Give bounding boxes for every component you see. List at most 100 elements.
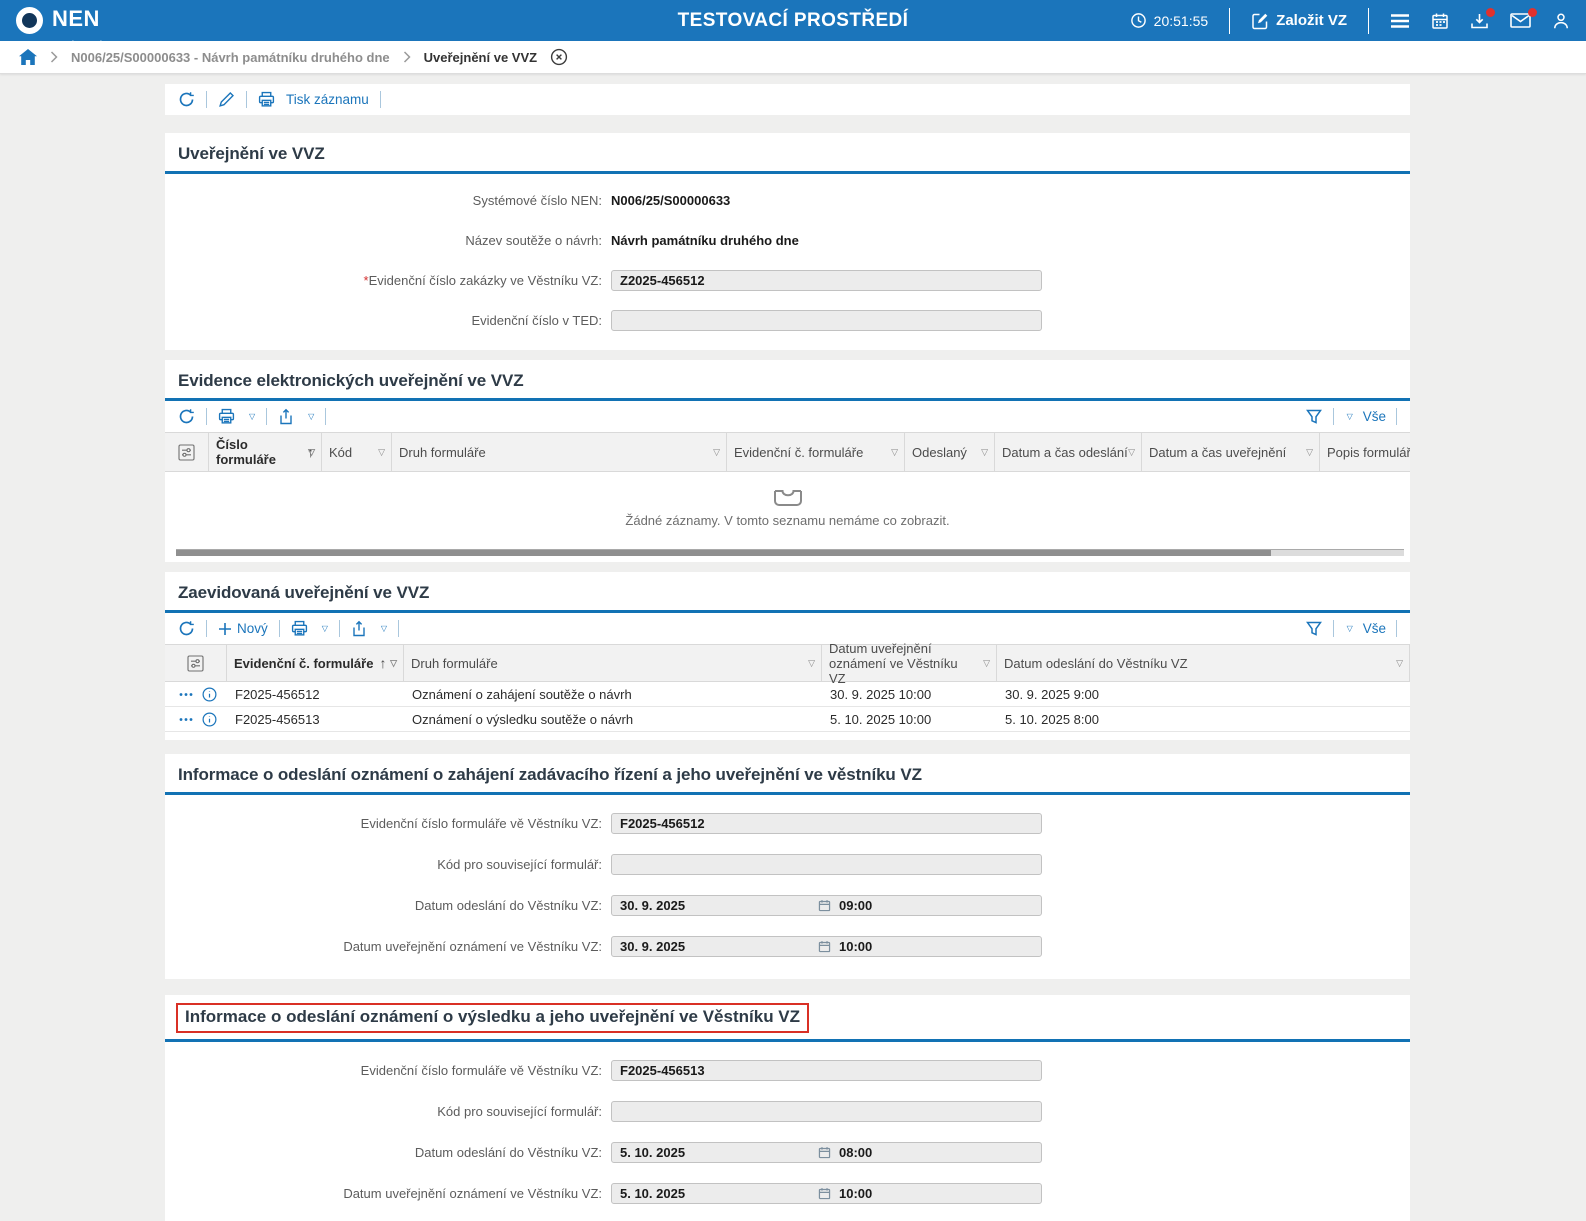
export-dropdown-icon[interactable]: ▽	[381, 624, 387, 633]
field-form-number: Evidenční číslo formuláře vě Věstníku VZ…	[165, 1050, 1410, 1091]
filter-funnel-icon[interactable]	[1305, 620, 1323, 638]
refresh-icon[interactable]	[178, 408, 195, 425]
calendar-icon[interactable]	[1431, 12, 1449, 30]
menu-hamburger-icon[interactable]	[1390, 13, 1410, 29]
column-header[interactable]: Datum a čas uveřejnění▽	[1142, 432, 1320, 472]
system-number-value: N006/25/S00000633	[611, 193, 730, 208]
scrollbar-thumb[interactable]	[176, 550, 1271, 556]
calendar-icon[interactable]	[818, 1187, 831, 1200]
column-settings-button[interactable]	[165, 432, 209, 472]
print-icon[interactable]	[258, 91, 275, 108]
column-filter-icon[interactable]: ▽	[983, 656, 990, 671]
evidence-table-header: Číslo formuláře↑▽ Kód▽ Druh formuláře▽ E…	[165, 432, 1410, 472]
column-filter-icon[interactable]: ▽	[981, 445, 988, 460]
row-info-icon[interactable]	[202, 712, 217, 727]
registered-table-header: Evidenční č. formuláře↑▽ Druh formuláře▽…	[165, 644, 1410, 682]
column-header[interactable]: Odeslaný▽	[905, 432, 995, 472]
table-row[interactable]: F2025-456513 Oznámení o výsledku soutěže…	[165, 707, 1410, 732]
export-icon[interactable]	[278, 408, 294, 425]
calendar-icon[interactable]	[818, 1146, 831, 1159]
column-header[interactable]: Druh formuláře▽	[392, 432, 727, 472]
add-new-button[interactable]: Nový	[218, 621, 268, 636]
cell-form-type: Oznámení o zahájení soutěže o návrh	[404, 687, 822, 702]
related-code-input[interactable]	[611, 1101, 1042, 1122]
filter-all-dropdown-icon[interactable]: ▽	[1347, 412, 1353, 421]
column-header[interactable]: Datum uveřejnění oznámení ve Věstníku VZ…	[822, 644, 997, 682]
messages-button[interactable]	[1510, 12, 1531, 29]
sent-date-input[interactable]: 5. 10. 2025 08:00	[611, 1142, 1042, 1163]
column-filter-icon[interactable]: ▽	[390, 656, 397, 671]
home-icon[interactable]	[19, 49, 37, 65]
section-publication: Uveřejnění ve VVZ Systémové číslo NEN: N…	[165, 133, 1410, 350]
add-new-label[interactable]: Nový	[237, 621, 268, 636]
field-published-date: Datum uveřejnění oznámení ve Věstníku VZ…	[165, 926, 1410, 967]
form-number-input[interactable]: F2025-456512	[611, 813, 1042, 834]
breadcrumb-item-record[interactable]: N006/25/S00000633 - Návrh památníku druh…	[71, 50, 390, 65]
column-filter-icon[interactable]: ▽	[1128, 445, 1135, 460]
row-info-icon[interactable]	[202, 687, 217, 702]
export-icon[interactable]	[351, 620, 367, 637]
published-date-input[interactable]: 30. 9. 2025 10:00	[611, 936, 1042, 957]
column-header[interactable]: Evidenční č. formuláře▽	[727, 432, 905, 472]
column-header[interactable]: Evidenční č. formuláře↑▽	[227, 644, 404, 682]
filter-all-dropdown-icon[interactable]: ▽	[1347, 624, 1353, 633]
nen-logo[interactable]: NEN Zadavatel	[16, 7, 100, 34]
calendar-icon[interactable]	[818, 940, 831, 953]
vvz-number-input[interactable]: Z2025-456512	[611, 270, 1042, 291]
print-icon[interactable]	[291, 620, 308, 637]
sort-asc-icon[interactable]: ↑	[379, 656, 386, 671]
related-code-input[interactable]	[611, 854, 1042, 875]
field-system-number: Systémové číslo NEN: N006/25/S00000633	[165, 180, 1410, 220]
export-dropdown-icon[interactable]: ▽	[308, 412, 314, 421]
print-icon[interactable]	[218, 408, 235, 425]
edit-pencil-icon[interactable]	[218, 91, 235, 108]
print-record-label[interactable]: Tisk záznamu	[286, 92, 369, 107]
section-result-info: Informace o odeslání oznámení o výsledku…	[165, 995, 1410, 1221]
column-filter-icon[interactable]: ▽	[713, 445, 720, 460]
horizontal-scrollbar[interactable]	[176, 549, 1404, 556]
column-filter-icon[interactable]: ▽	[378, 445, 385, 460]
filter-funnel-icon[interactable]	[1305, 408, 1323, 426]
filter-all-label[interactable]: Vše	[1363, 621, 1386, 636]
downloads-button[interactable]	[1470, 12, 1489, 30]
clock-widget: 20:51:55	[1130, 12, 1209, 29]
column-header[interactable]: Datum odeslání do Věstníku VZ▽	[997, 644, 1410, 682]
filter-all-label[interactable]: Vše	[1363, 409, 1386, 424]
user-profile-icon[interactable]	[1552, 12, 1570, 30]
ted-number-input[interactable]	[611, 310, 1042, 331]
chevron-right-icon	[50, 51, 58, 63]
empty-state-text: Žádné záznamy. V tomto seznamu nemáme co…	[625, 513, 949, 528]
published-date-input[interactable]: 5. 10. 2025 10:00	[611, 1183, 1042, 1204]
row-menu-icon[interactable]	[178, 717, 194, 722]
refresh-icon[interactable]	[178, 620, 195, 637]
column-filter-icon[interactable]: ▽	[891, 445, 898, 460]
form-number-input[interactable]: F2025-456513	[611, 1060, 1042, 1081]
sent-date-input[interactable]: 30. 9. 2025 09:00	[611, 895, 1042, 916]
table-row[interactable]: F2025-456512 Oznámení o zahájení soutěže…	[165, 682, 1410, 707]
row-menu-icon[interactable]	[178, 692, 194, 697]
section-opening-info: Informace o odeslání oznámení o zahájení…	[165, 754, 1410, 979]
column-filter-icon[interactable]: ▽	[1306, 445, 1313, 460]
column-header[interactable]: Kód▽	[322, 432, 392, 472]
refresh-icon[interactable]	[178, 91, 195, 108]
close-tab-icon[interactable]	[550, 48, 568, 66]
column-settings-button[interactable]	[165, 644, 227, 682]
column-filter-icon[interactable]: ▽	[308, 445, 315, 460]
field-related-code: Kód pro související formulář:	[165, 844, 1410, 885]
create-vz-button[interactable]: Založit VZ	[1251, 12, 1347, 30]
column-filter-icon[interactable]: ▽	[1396, 656, 1403, 671]
field-form-number: Evidenční číslo formuláře vě Věstníku VZ…	[165, 803, 1410, 844]
column-header[interactable]: Druh formuláře▽	[404, 644, 822, 682]
empty-tray-icon	[773, 489, 803, 508]
field-sent-date: Datum odeslání do Věstníku VZ: 30. 9. 20…	[165, 885, 1410, 926]
section-evidence: Evidence elektronických uveřejnění ve VV…	[165, 360, 1410, 562]
column-header[interactable]: Popis formuláře	[1320, 432, 1410, 472]
column-header[interactable]: Datum a čas odeslání▽	[995, 432, 1142, 472]
column-filter-icon[interactable]: ▽	[808, 656, 815, 671]
edit-square-icon	[1251, 12, 1269, 30]
print-dropdown-icon[interactable]: ▽	[322, 624, 328, 633]
print-dropdown-icon[interactable]: ▽	[249, 412, 255, 421]
calendar-icon[interactable]	[818, 899, 831, 912]
messages-badge	[1528, 8, 1537, 17]
column-header[interactable]: Číslo formuláře↑▽	[209, 432, 322, 472]
